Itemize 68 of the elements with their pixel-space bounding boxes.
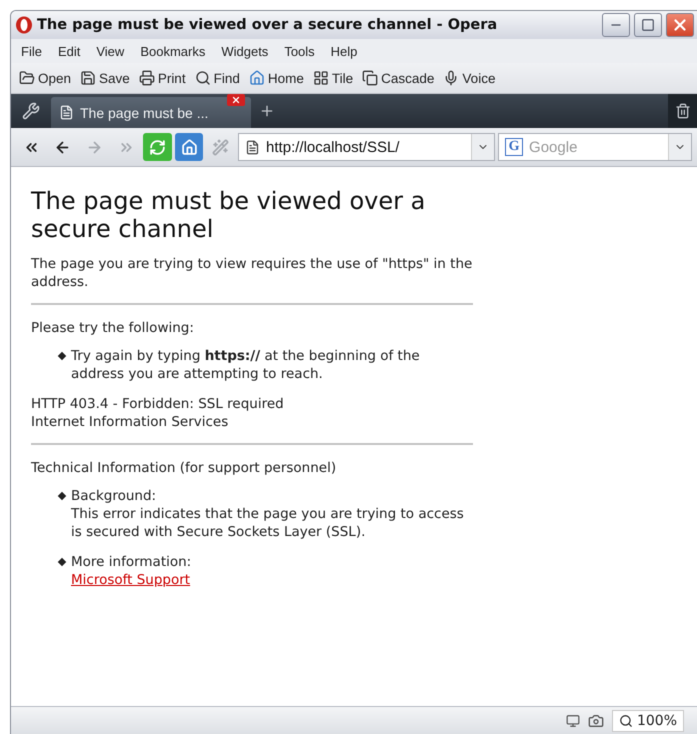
search-field[interactable]: Google xyxy=(529,138,662,156)
search-icon xyxy=(618,714,633,728)
reload-icon xyxy=(149,138,166,156)
print-icon xyxy=(138,70,155,86)
item-label: More information: xyxy=(71,553,192,571)
close-icon xyxy=(231,95,241,105)
section-heading: Please try the following: xyxy=(31,319,195,337)
search-bar[interactable]: G Google xyxy=(498,133,692,161)
home-icon xyxy=(180,138,198,156)
document-icon xyxy=(59,105,74,120)
menu-item[interactable]: Widgets xyxy=(215,44,278,58)
save-icon xyxy=(80,70,96,86)
support-link[interactable]: Microsoft Support xyxy=(71,572,190,588)
maximize-button[interactable] xyxy=(634,13,662,37)
browser-tab[interactable]: The page must be ... xyxy=(51,97,251,128)
minimize-button[interactable] xyxy=(602,13,630,37)
home-button[interactable] xyxy=(174,133,204,161)
intro-text: The page you are trying to view requires the use of "https" in the address. xyxy=(31,255,473,291)
zoom-field[interactable]: 100% xyxy=(612,710,684,732)
trash-button[interactable] xyxy=(668,94,697,128)
item-text: This error indicates that the page you are trying to access is secured with Secure Sockets Layer (SSL). xyxy=(71,505,465,541)
bullet-icon xyxy=(58,492,66,500)
tab-close-button[interactable] xyxy=(227,94,245,106)
wrench-icon xyxy=(22,102,40,120)
monitor-icon[interactable] xyxy=(566,714,580,728)
error-text: Internet Information Services xyxy=(31,413,230,431)
menu-item[interactable]: Help xyxy=(324,44,368,58)
back-icon xyxy=(54,138,72,156)
bullet-icon xyxy=(58,352,66,360)
camera-icon[interactable] xyxy=(588,713,604,729)
wand-icon xyxy=(212,138,230,156)
toolbar-button[interactable]: Tile xyxy=(312,70,354,86)
tile-icon xyxy=(312,70,329,86)
error-text: HTTP 403.4 - Forbidden: SSL required xyxy=(31,395,285,413)
close-button[interactable] xyxy=(666,13,694,37)
find-icon xyxy=(194,70,211,86)
bullet-icon xyxy=(58,558,66,566)
forward-icon xyxy=(86,138,103,156)
document-icon xyxy=(245,140,260,154)
cascade-icon xyxy=(362,70,378,86)
toolbar-button[interactable]: Save xyxy=(80,70,130,86)
opera-logo-icon xyxy=(15,16,33,34)
page-heading: The page must be viewed over a secure channel xyxy=(31,187,426,243)
plus-icon xyxy=(259,103,275,119)
section-heading: Technical Information (for support personnel) xyxy=(31,459,338,477)
home-icon xyxy=(248,70,265,86)
open-icon xyxy=(19,70,35,86)
toolbar-button[interactable]: Print xyxy=(138,70,186,86)
window-title: The page must be viewed over a secure channel - Opera xyxy=(37,17,498,33)
menu-item[interactable]: Edit xyxy=(52,44,90,58)
list-item-text: Try again by typing https:// at the beginning of the address you are attempting to reach. xyxy=(71,347,421,383)
search-engine-icon: G xyxy=(505,138,524,156)
toolbar-button[interactable]: Open xyxy=(19,70,72,86)
voice-icon xyxy=(443,70,460,86)
toolbar-button[interactable]: Find xyxy=(194,70,240,86)
toolbar-button[interactable]: Voice xyxy=(443,70,496,86)
trash-icon xyxy=(675,103,691,119)
menu-item[interactable]: Tools xyxy=(278,44,325,58)
item-label: Background: xyxy=(71,487,158,505)
menu-item[interactable]: View xyxy=(90,44,134,58)
address-bar[interactable]: http://localhost/SSL/ xyxy=(238,133,496,161)
toolbar-button[interactable]: Home xyxy=(248,70,304,86)
reload-button[interactable] xyxy=(143,133,172,161)
address-field[interactable]: http://localhost/SSL/ xyxy=(266,138,466,156)
toolbar-button[interactable]: Cascade xyxy=(362,70,434,86)
maximize-icon xyxy=(641,18,655,32)
menu-item[interactable]: Bookmarks xyxy=(134,44,216,58)
menu-item[interactable]: File xyxy=(15,44,52,58)
